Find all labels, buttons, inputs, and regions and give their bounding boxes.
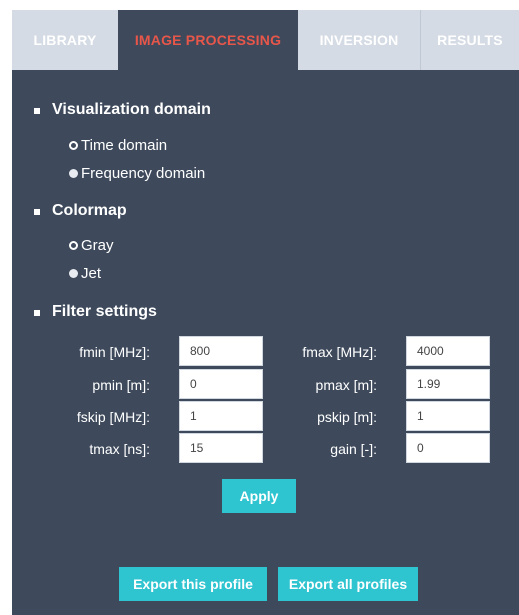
radio-time-domain[interactable]: Time domain [69, 137, 167, 154]
radio-jet[interactable]: Jet [69, 265, 101, 282]
tab-library[interactable]: LIBRARY [12, 10, 118, 70]
apply-button[interactable]: Apply [222, 479, 296, 513]
radio-checked-icon [69, 241, 78, 250]
gain-input[interactable] [406, 433, 490, 463]
pmax-label: pmax [m]: [315, 377, 377, 393]
bullet-icon [34, 209, 40, 215]
tmax-input[interactable] [179, 433, 263, 463]
tab-image-processing[interactable]: IMAGE PROCESSING [118, 10, 298, 70]
export-this-profile-button[interactable]: Export this profile [119, 567, 267, 601]
pmin-input[interactable] [179, 369, 263, 399]
tab-library-label: LIBRARY [33, 32, 97, 48]
radio-checked-icon [69, 141, 78, 150]
tab-bar: LIBRARY IMAGE PROCESSING INVERSION RESUL… [12, 10, 519, 70]
tab-image-processing-label: IMAGE PROCESSING [134, 32, 282, 48]
pskip-input[interactable] [406, 401, 490, 431]
fskip-input[interactable] [179, 401, 263, 431]
pmax-input[interactable] [406, 369, 490, 399]
gain-label: gain [-]: [330, 441, 377, 457]
tab-results-label: RESULTS [437, 32, 503, 48]
colormap-title: Colormap [52, 202, 127, 219]
apply-button-label: Apply [239, 488, 279, 504]
bullet-icon [34, 310, 40, 316]
export-all-profiles-label: Export all profiles [288, 576, 408, 592]
pskip-label: pskip [m]: [317, 409, 377, 425]
tmax-label: tmax [ns]: [89, 441, 150, 457]
tab-inversion-label: INVERSION [319, 32, 399, 48]
export-all-profiles-button[interactable]: Export all profiles [278, 567, 418, 601]
radio-time-domain-label: Time domain [81, 137, 168, 154]
tab-results[interactable]: RESULTS [420, 10, 519, 70]
export-this-profile-label: Export this profile [133, 576, 253, 592]
fmin-label: fmin [MHz]: [79, 344, 150, 360]
bullet-icon [34, 108, 40, 114]
fmax-label: fmax [MHz]: [302, 344, 377, 360]
radio-frequency-domain-label: Frequency domain [81, 165, 206, 182]
radio-jet-label: Jet [81, 265, 102, 282]
fmin-input[interactable] [179, 336, 263, 366]
fskip-label: fskip [MHz]: [76, 409, 150, 425]
visualization-domain-title: Visualization domain [52, 101, 211, 118]
image-processing-panel: LIBRARY IMAGE PROCESSING INVERSION RESUL… [12, 10, 519, 615]
radio-gray-label: Gray [81, 237, 114, 254]
fmax-input[interactable] [406, 336, 490, 366]
pmin-label: pmin [m]: [92, 377, 150, 393]
filter-settings-title: Filter settings [52, 303, 157, 320]
tab-inversion[interactable]: INVERSION [298, 10, 420, 70]
radio-unchecked-icon [69, 269, 78, 278]
radio-gray[interactable]: Gray [69, 237, 114, 254]
radio-frequency-domain[interactable]: Frequency domain [69, 165, 205, 182]
radio-unchecked-icon [69, 169, 78, 178]
